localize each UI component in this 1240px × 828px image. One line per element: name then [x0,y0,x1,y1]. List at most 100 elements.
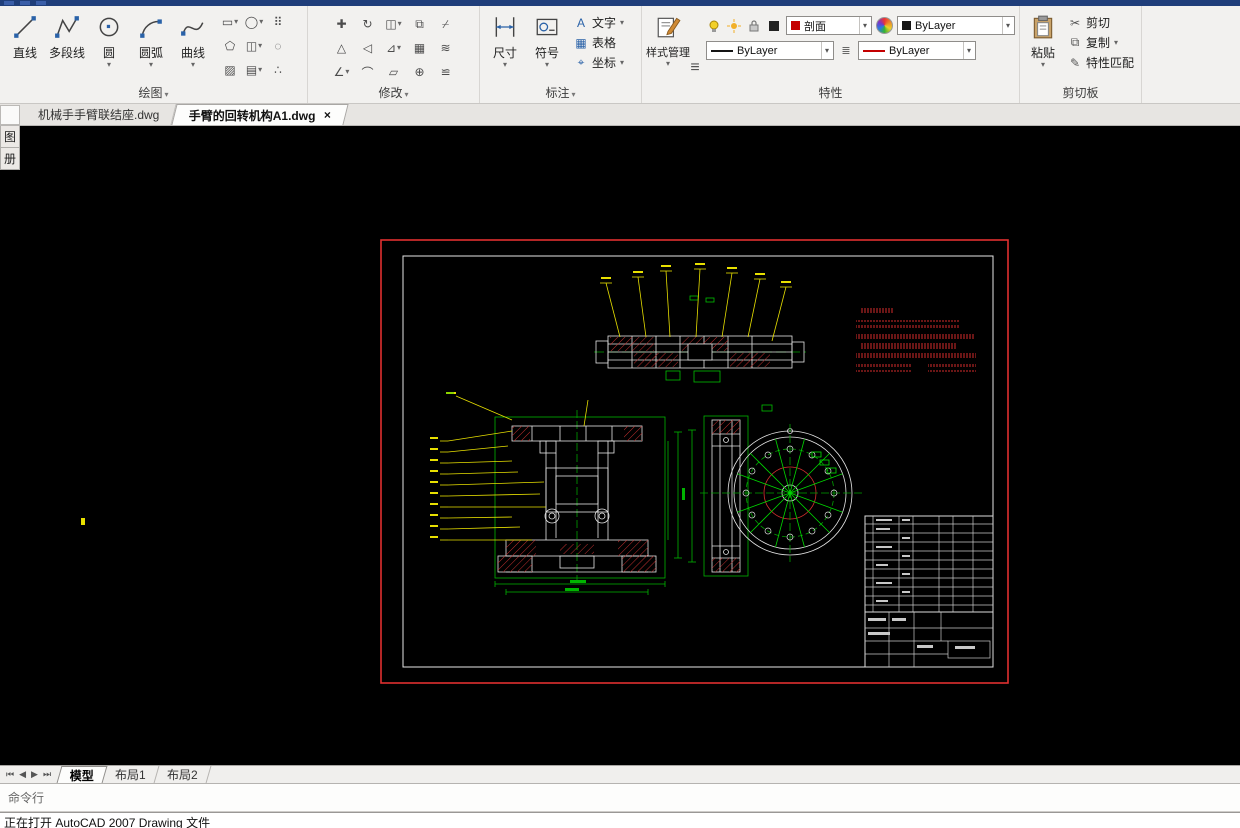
offset-tool-icon[interactable]: ◁ [355,36,381,60]
style-manager-icon [657,17,681,38]
circle-icon [99,17,119,37]
side-palette-tab[interactable]: 图 册 [0,126,20,170]
paste-button[interactable]: 粘贴 ▾ [1024,10,1062,84]
explode-tool-icon[interactable]: ⊕ [407,60,433,84]
lineweight-list-icon[interactable]: ≣ [838,43,854,59]
rotate-tool-icon[interactable]: ↻ [355,12,381,36]
move-tool-icon[interactable]: ✚ [329,12,355,36]
quick-access-toolbar[interactable] [4,1,46,5]
arc-caret-icon[interactable]: ▾ [149,61,153,69]
linetype-dropdown[interactable]: ByLayer ▾ [706,41,834,60]
color-dropdown[interactable]: ByLayer ▾ [897,16,1015,35]
panel-label-clipboard[interactable]: 剪切板 [1020,84,1141,101]
table-button[interactable]: ▦ 表格 [574,34,624,51]
polyline-button[interactable]: 多段线 [46,10,88,84]
array-tool-icon[interactable]: ◫ ▾ [381,12,407,36]
last-layout-icon[interactable]: ⏭ [43,769,51,780]
dimension-button[interactable]: 尺寸 ▾ [484,10,526,84]
symbol-button[interactable]: 符号 ▾ [526,10,568,84]
layer-lock-icon[interactable] [746,18,762,34]
current-color-swatch [902,21,911,30]
panel-modify: ✚ ↻ ◫ ▾ ⧉ ⌿ △ ◁ ⊿ ▾ ▦ ≋ ∠ ▾ ⌒ ▱ ⊕ ≌ 修改 ▾ [308,6,480,103]
match-properties-button[interactable]: ✎ 特性匹配 [1068,54,1134,71]
text-button[interactable]: A 文字 ▾ [574,14,624,31]
circle-label: 圆 [102,46,115,60]
file-tab-strip-icon[interactable] [0,105,20,125]
palette-cell-1[interactable]: 图 [0,126,20,148]
layer-thaw-icon[interactable] [726,18,742,34]
title-block [864,515,994,668]
paste-caret-icon[interactable]: ▾ [1041,61,1045,69]
draw-extra-grid: ▭ ▾ ◯ ▾ ⠿ ⬠ ◫ ▾ ◌ ▨ ▤ ▾ ∴ [218,10,290,82]
panel-label-modify[interactable]: 修改 ▾ [308,84,479,101]
layer-color-icon[interactable] [766,18,782,34]
coordinate-button[interactable]: ⌖ 坐标 ▾ [574,54,624,71]
point-tool-icon[interactable]: ⠿ [266,10,290,34]
panel-label-draw[interactable]: 绘图 ▾ [0,84,307,101]
copy-button[interactable]: ⧉ 复制 ▾ [1068,34,1134,51]
circular-view [674,404,862,577]
spline-button[interactable]: 曲线 ▾ [172,10,214,84]
drawing-canvas[interactable]: 图 册 [0,126,1240,765]
copy-tool-icon[interactable]: ⧉ [407,12,433,36]
style-manager-caret-icon[interactable]: ▾ [666,60,670,68]
top-view [594,263,806,383]
section-view [430,392,669,595]
polyline-icon [55,16,79,38]
trim-tool-icon[interactable]: ⊿ ▾ [381,36,407,60]
style-manager-button[interactable]: 样式管理 ▾ [646,10,690,84]
arc-button[interactable]: 圆弧 ▾ [130,10,172,84]
scale-tool-icon[interactable]: ▱ [381,60,407,84]
circle-caret-icon[interactable]: ▾ [107,61,111,69]
spline-caret-icon[interactable]: ▾ [191,61,195,69]
polygon-tool-icon[interactable]: ⬠ [218,34,242,58]
multipoint-tool-icon[interactable]: ∴ [266,58,290,82]
file-tab-1[interactable]: 机械手手臂联结座.dwg [21,104,177,125]
list-options-icon[interactable]: ≡ [690,59,700,76]
ellipse-tool-icon[interactable]: ◯ ▾ [242,10,266,34]
join-tool-icon[interactable]: ≌ [433,60,459,84]
arc-label: 圆弧 [138,46,163,60]
table-tool-icon[interactable]: ▤ ▾ [242,58,266,82]
close-tab-icon[interactable]: × [324,108,331,122]
tab-layout1[interactable]: 布局1 [102,766,160,783]
dimension-caret-icon[interactable]: ▾ [503,61,507,69]
panel-label-annotate[interactable]: 标注 ▾ [480,84,641,101]
circle-button[interactable]: 圆 ▾ [88,10,130,84]
tab-model[interactable]: 模型 [56,766,108,783]
hatch-tool-icon[interactable]: ▨ [218,58,242,82]
fillet-tool-icon[interactable]: ∠ ▾ [329,60,355,84]
line-button[interactable]: 直线 [4,10,46,84]
symbol-icon [536,18,558,36]
layer-dropdown[interactable]: 剖面 ▾ [786,16,872,35]
command-panel[interactable]: 命令行 [0,783,1240,812]
layer-on-icon[interactable] [706,18,722,34]
first-layout-icon[interactable]: ⏮ [6,769,14,780]
layer-color-swatch [791,21,800,30]
cut-button[interactable]: ✂ 剪切 [1068,14,1134,31]
stretch-tool-icon[interactable]: ≋ [433,36,459,60]
tab-layout2[interactable]: 布局2 [154,766,211,783]
chamfer-tool-icon[interactable]: ⌒ [355,60,381,84]
prev-layout-icon[interactable]: ◀ [19,769,26,780]
layout-tab-bar: ⏮ ◀ ▶ ⏭ 模型 布局1 布局2 [0,765,1240,783]
erase-tool-icon[interactable]: ⌿ [433,12,459,36]
application-window: 直线 多段线 圆 ▾ 圆弧 ▾ 曲线 ▾ ▭ ▾ ◯ ▾ ⠿ ⬠ ◫ ▾ ◌ ▨… [0,0,1240,828]
revcloud-tool-icon[interactable]: ◌ [266,34,290,58]
arc-icon [140,19,162,38]
next-layout-icon[interactable]: ▶ [31,769,38,780]
panel-label-properties[interactable]: 特性 [642,84,1019,101]
mirror-tool-icon[interactable]: △ [329,36,355,60]
file-tab-2[interactable]: 手臂的回转机构A1.dwg × [171,104,349,125]
symbol-caret-icon[interactable]: ▾ [545,61,549,69]
rectangle-tool-icon[interactable]: ▭ ▾ [218,10,242,34]
region-tool-icon[interactable]: ◫ ▾ [242,34,266,58]
modify-grid: ✚ ↻ ◫ ▾ ⧉ ⌿ △ ◁ ⊿ ▾ ▦ ≋ ∠ ▾ ⌒ ▱ ⊕ ≌ [329,12,459,84]
extend-tool-icon[interactable]: ▦ [407,36,433,60]
text-icon: A [576,15,585,30]
color-wheel-icon[interactable] [876,17,893,34]
palette-cell-2[interactable]: 册 [0,148,20,170]
command-input-line[interactable]: 正在打开 AutoCAD 2007 Drawing 文件 [0,812,1240,828]
lineweight-dropdown[interactable]: ByLayer ▾ [858,41,976,60]
technical-notes [856,308,976,372]
